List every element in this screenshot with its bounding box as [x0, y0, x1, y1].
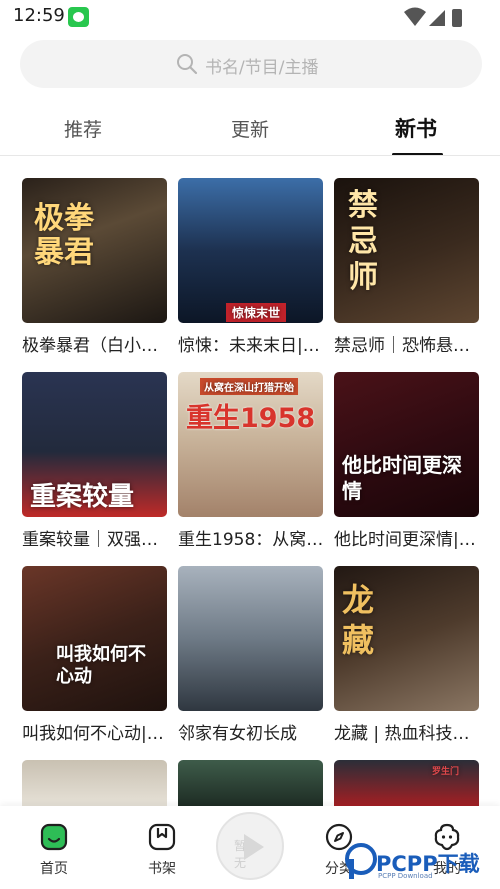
search-placeholder: 书名/节目/主播	[205, 58, 319, 78]
cover-title: 惊悚末世	[226, 303, 287, 322]
nav-bookshelf[interactable]: 书架	[132, 822, 192, 878]
bookshelf-icon	[148, 823, 176, 851]
wifi-icon	[404, 7, 426, 26]
book-cover[interactable]	[22, 760, 167, 806]
cover-title: 禁忌师	[348, 188, 378, 295]
book-title[interactable]: 龙藏 | 热血科技…	[334, 719, 479, 744]
book-cover[interactable]: 惊悚末世	[178, 178, 323, 323]
play-label: 暂无	[234, 839, 265, 870]
cover-title: 罗生门	[432, 767, 460, 777]
watermark-subtext: PCPP Download	[378, 872, 433, 880]
book-title[interactable]: 极拳暴君（白小…	[22, 331, 167, 356]
nav-home[interactable]: 首页	[24, 822, 84, 878]
cover-title: 他比时间更深情	[342, 453, 462, 503]
book-cover[interactable]	[178, 760, 323, 806]
book-cover[interactable]	[178, 566, 323, 711]
status-indicators	[404, 7, 462, 27]
watermark-logo-icon	[345, 843, 377, 879]
book-cover[interactable]: 龙藏	[334, 566, 479, 711]
nav-home-label: 首页	[40, 861, 68, 877]
status-bar: 12:59	[0, 0, 500, 34]
category-tabs: 推荐 更新 新书	[0, 108, 500, 156]
wechat-notification-icon	[68, 7, 89, 27]
nav-bookshelf-label: 书架	[148, 861, 176, 877]
play-button[interactable]: 暂无	[216, 812, 284, 880]
book-cover[interactable]: 从窝在深山打猎开始 重生1958	[178, 372, 323, 517]
battery-icon	[452, 9, 462, 27]
book-cover[interactable]: 禁忌师	[334, 178, 479, 323]
book-title[interactable]: 重生1958：从窝…	[178, 525, 323, 550]
home-icon	[40, 823, 68, 851]
cover-title: 重案较量	[30, 482, 135, 512]
tab-new-books[interactable]: 新书	[395, 113, 437, 143]
cover-title: 叫我如何不心动	[56, 644, 146, 687]
cover-subtitle: 从窝在深山打猎开始	[200, 378, 298, 395]
divider	[0, 155, 500, 156]
book-title[interactable]: 禁忌师｜恐怖悬…	[334, 331, 479, 356]
cover-title: 极拳暴君	[34, 201, 94, 270]
watermark: PCPP下载 PCPP Download	[340, 838, 500, 884]
book-cover[interactable]: 他比时间更深情	[334, 372, 479, 517]
book-cover[interactable]: 罗生门	[334, 760, 479, 806]
search-input[interactable]: 书名/节目/主播	[20, 40, 482, 88]
book-title[interactable]: 叫我如何不心动|…	[22, 719, 167, 744]
tab-recommend[interactable]: 推荐	[64, 115, 102, 142]
book-cover[interactable]: 叫我如何不心动	[22, 566, 167, 711]
signal-icon	[429, 10, 445, 26]
tab-updates[interactable]: 更新	[231, 115, 269, 142]
book-cover[interactable]: 极拳暴君	[22, 178, 167, 323]
search-icon	[177, 54, 198, 75]
cover-title: 龙藏	[342, 581, 375, 659]
book-title[interactable]: 惊悚：未来末日|…	[178, 331, 323, 356]
book-title[interactable]: 重案较量｜双强…	[22, 525, 167, 550]
book-cover[interactable]: 重案较量	[22, 372, 167, 517]
cover-title: 重生1958	[186, 403, 316, 434]
status-time: 12:59	[13, 5, 65, 26]
book-title[interactable]: 他比时间更深情|…	[334, 525, 479, 550]
book-title[interactable]: 邻家有女初长成	[178, 719, 323, 744]
